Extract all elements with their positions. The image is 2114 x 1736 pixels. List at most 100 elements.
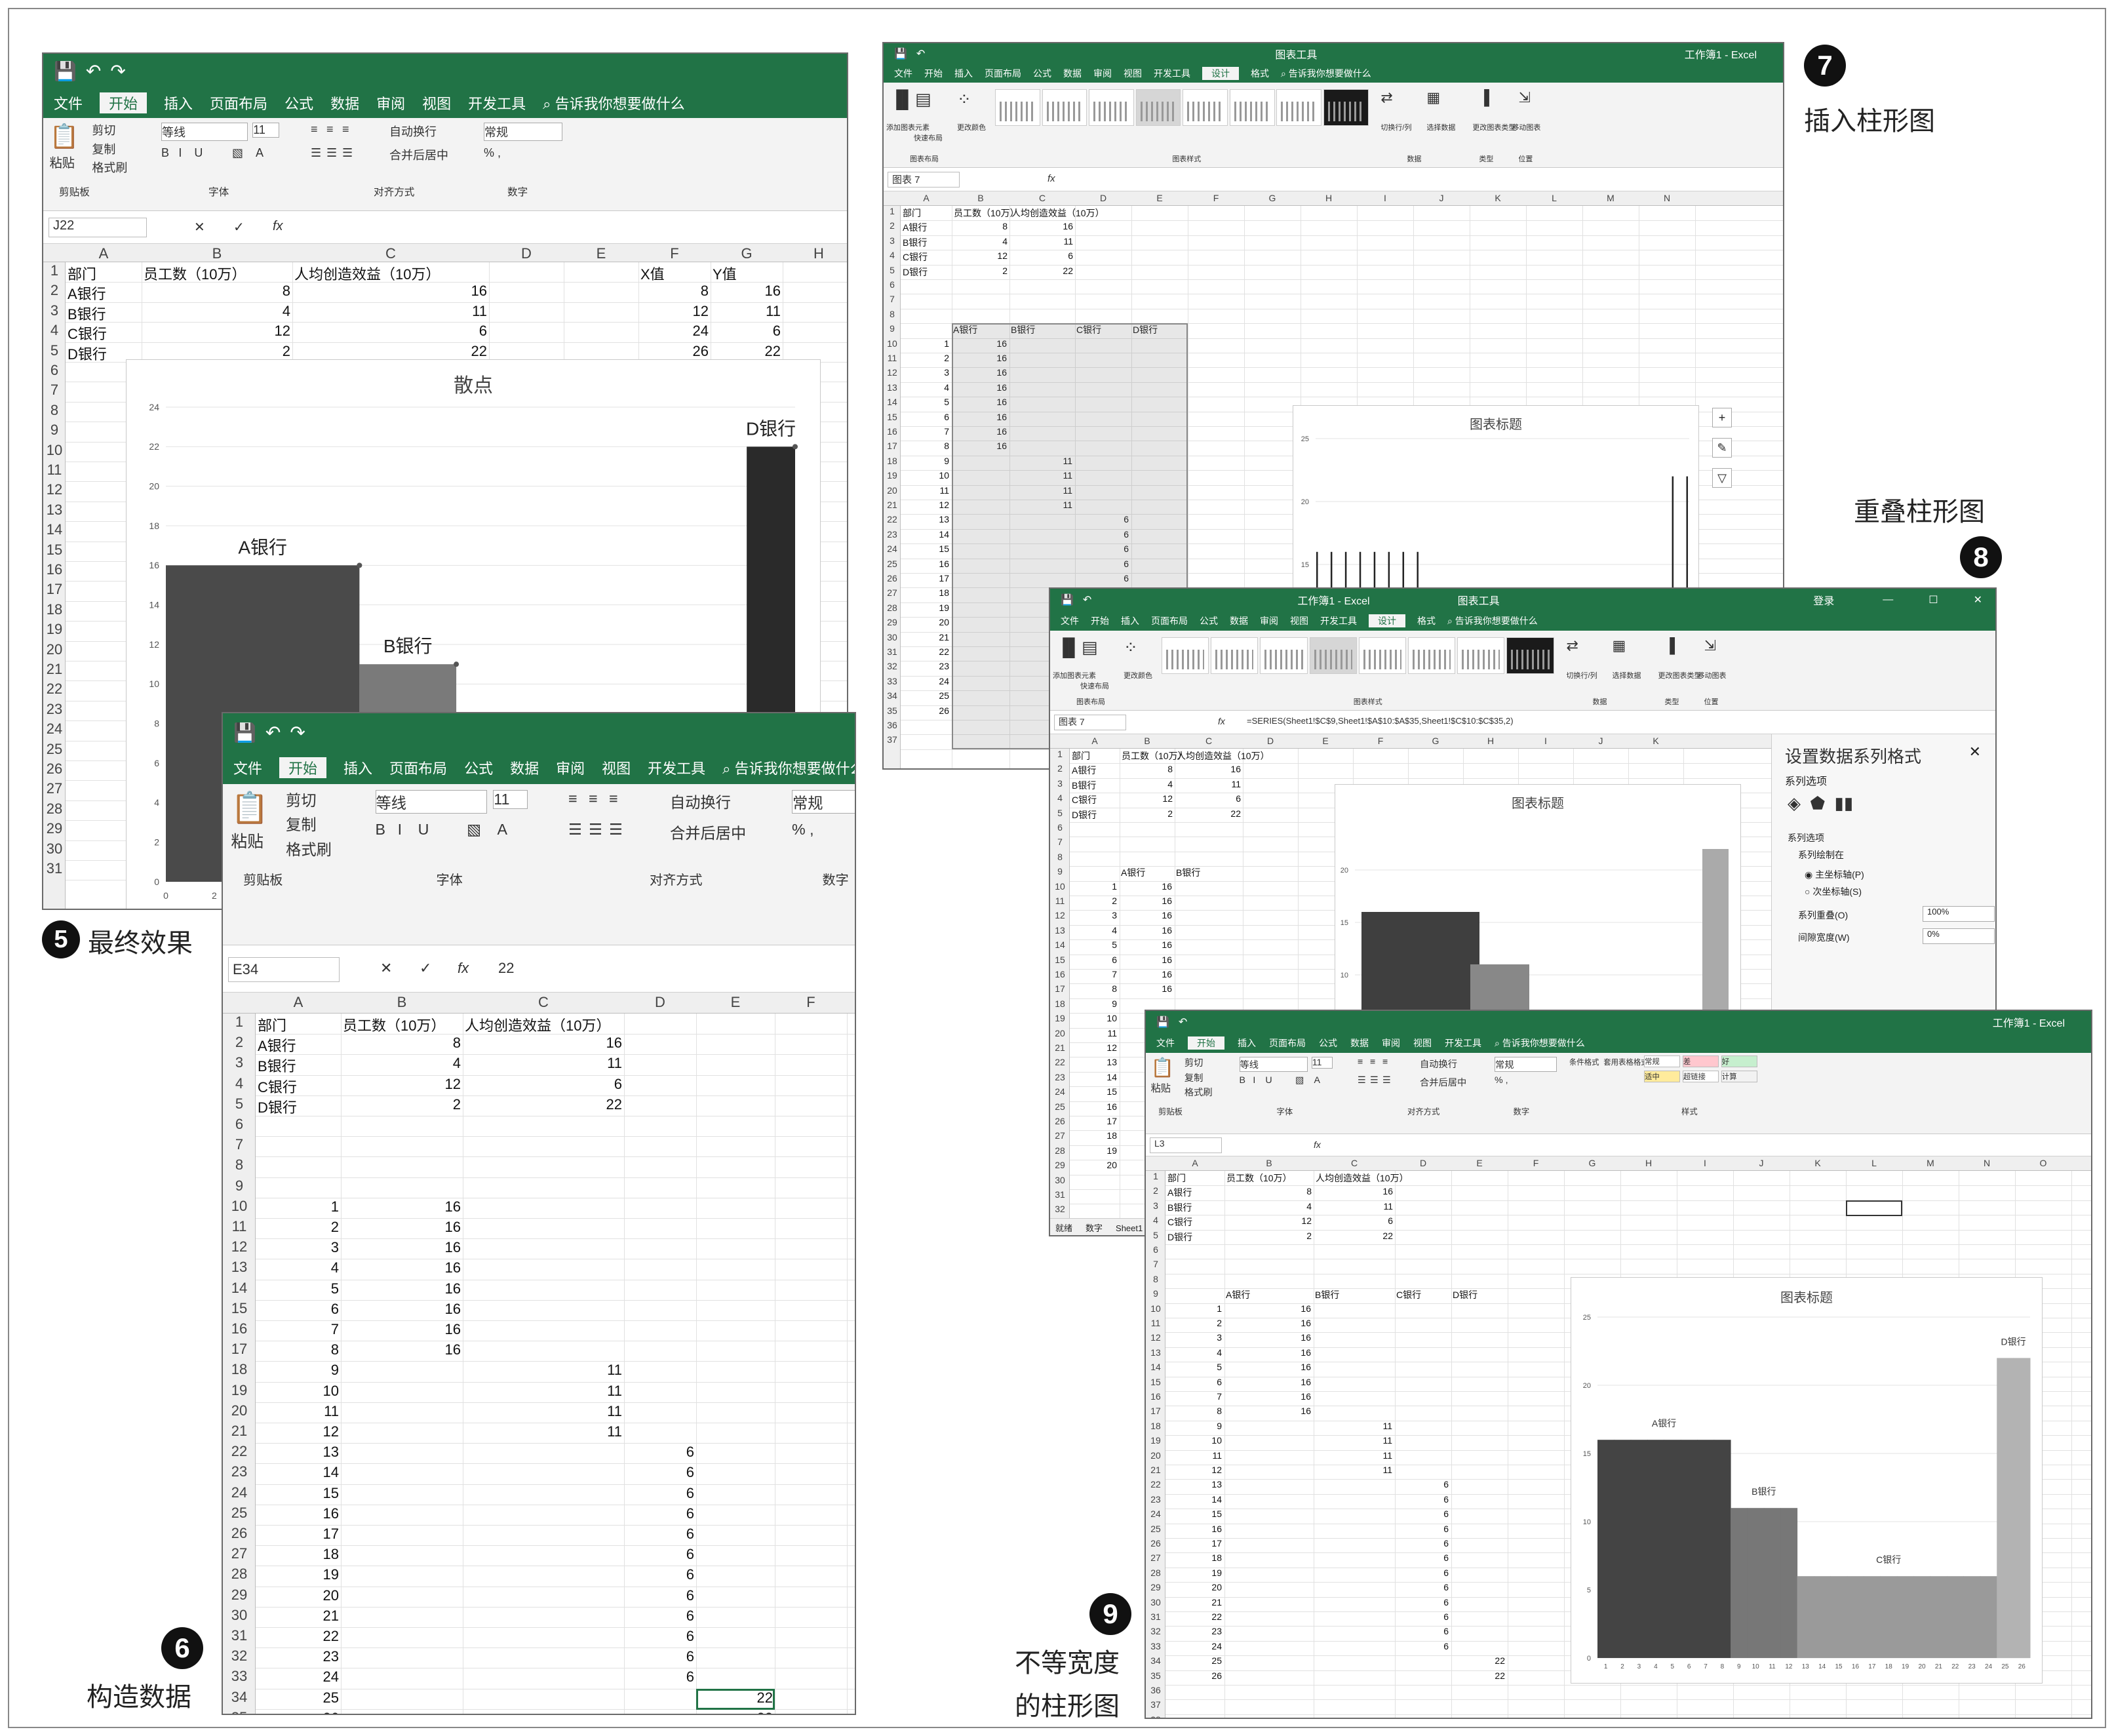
row-header[interactable]: 20 bbox=[223, 1402, 256, 1419]
column-header[interactable]: H bbox=[783, 245, 847, 262]
row-header[interactable]: 21 bbox=[223, 1423, 256, 1440]
align-left-icon[interactable]: ☰ bbox=[311, 146, 321, 160]
chart-style-thumb[interactable] bbox=[1276, 89, 1322, 126]
menu-tab[interactable]: 视图 bbox=[422, 92, 451, 113]
row-header[interactable]: 27 bbox=[884, 587, 901, 598]
chart-style-thumb[interactable] bbox=[1042, 89, 1087, 126]
row-header[interactable]: 17 bbox=[223, 1341, 256, 1358]
menu-tab[interactable]: 审阅 bbox=[556, 757, 585, 778]
row-header[interactable]: 30 bbox=[43, 840, 66, 858]
select-data-icon[interactable]: ▦ bbox=[1613, 637, 1626, 654]
row-header[interactable]: 14 bbox=[1050, 939, 1070, 950]
column-header[interactable]: B bbox=[1120, 736, 1175, 746]
gap-input[interactable]: 0% bbox=[1923, 928, 1995, 944]
copy-button[interactable]: 复制 bbox=[286, 812, 317, 835]
cell-style-1[interactable]: 差 bbox=[1682, 1055, 1719, 1067]
percent-icon[interactable]: % , bbox=[1495, 1075, 1508, 1086]
menu-tab[interactable]: 公式 bbox=[1200, 614, 1218, 627]
row-header[interactable]: 26 bbox=[1146, 1538, 1165, 1549]
primary-axis-radio[interactable]: ◉ bbox=[1805, 869, 1812, 880]
underline-button[interactable]: U bbox=[194, 146, 203, 160]
row-header[interactable]: 21 bbox=[1146, 1465, 1165, 1475]
row-header[interactable]: 31 bbox=[884, 646, 901, 657]
column-header[interactable]: F bbox=[1353, 736, 1408, 746]
menu-tab[interactable]: 开发工具 bbox=[1154, 67, 1190, 80]
row-header[interactable]: 4 bbox=[223, 1075, 256, 1092]
row-header[interactable]: 1 bbox=[1050, 749, 1070, 759]
row-header[interactable]: 28 bbox=[1050, 1145, 1070, 1156]
enter-icon[interactable]: ✓ bbox=[233, 219, 245, 235]
row-header[interactable]: 28 bbox=[1146, 1568, 1165, 1578]
font-select[interactable]: 等线 bbox=[375, 790, 487, 814]
menu-tab[interactable]: 视图 bbox=[1124, 67, 1142, 80]
column-header[interactable]: E bbox=[1131, 193, 1188, 203]
font-size-select[interactable]: 11 bbox=[1311, 1056, 1333, 1069]
cut-button[interactable]: 剪切 bbox=[1184, 1055, 1204, 1069]
row-header[interactable]: 7 bbox=[43, 382, 66, 399]
row-header[interactable]: 20 bbox=[1050, 1028, 1070, 1038]
column-header[interactable]: J bbox=[1413, 193, 1470, 203]
cancel-icon[interactable]: ✕ bbox=[380, 960, 392, 977]
row-header[interactable]: 23 bbox=[1050, 1072, 1070, 1082]
switch-row-col-icon[interactable]: ⇄ bbox=[1380, 89, 1392, 106]
row-header[interactable]: 8 bbox=[223, 1156, 256, 1174]
row-header[interactable]: 14 bbox=[1146, 1362, 1165, 1372]
copy-button[interactable]: 复制 bbox=[1184, 1071, 1204, 1084]
row-header[interactable]: 24 bbox=[1050, 1086, 1070, 1097]
row-header[interactable]: 37 bbox=[1146, 1699, 1165, 1710]
row-header[interactable]: 4 bbox=[884, 250, 901, 260]
row-header[interactable]: 5 bbox=[43, 342, 66, 359]
change-colors-icon[interactable]: ⁘ bbox=[1124, 637, 1138, 658]
row-header[interactable]: 17 bbox=[43, 581, 66, 598]
cell-style-2[interactable]: 好 bbox=[1721, 1055, 1757, 1067]
fill-color-icon[interactable]: ▧ bbox=[232, 146, 243, 160]
row-header[interactable]: 11 bbox=[884, 353, 901, 363]
column-header[interactable]: C bbox=[463, 994, 624, 1011]
column-header[interactable]: B bbox=[142, 245, 292, 262]
column-header[interactable]: D bbox=[624, 994, 696, 1011]
row-header[interactable]: 5 bbox=[884, 265, 901, 275]
change-type-icon[interactable]: ▐ bbox=[1479, 89, 1489, 106]
menu-tab[interactable]: 文件 bbox=[233, 757, 262, 778]
menu-tab[interactable]: 开发工具 bbox=[648, 757, 705, 778]
underline-button[interactable]: U bbox=[1265, 1075, 1272, 1086]
column-header[interactable]: A bbox=[901, 193, 952, 203]
paste-icon[interactable]: 📋 bbox=[1151, 1057, 1175, 1079]
chart-styles-icon[interactable]: ✎ bbox=[1712, 438, 1732, 458]
row-header[interactable]: 29 bbox=[884, 617, 901, 627]
row-header[interactable]: 9 bbox=[884, 323, 901, 334]
percent-icon[interactable]: % , bbox=[484, 146, 501, 160]
align-right-icon[interactable]: ☰ bbox=[609, 821, 623, 838]
row-header[interactable]: 16 bbox=[1050, 969, 1070, 979]
menu-tab[interactable]: 文件 bbox=[54, 92, 83, 113]
format-painter-button[interactable]: 格式刷 bbox=[1184, 1085, 1213, 1099]
menu-tab[interactable]: 插入 bbox=[954, 67, 973, 80]
menu-tab[interactable]: 公式 bbox=[1033, 67, 1051, 80]
move-chart-button[interactable]: 移动图表 bbox=[1512, 122, 1540, 132]
row-header[interactable]: 38 bbox=[1146, 1714, 1165, 1718]
select-data-icon[interactable]: ▦ bbox=[1426, 89, 1440, 106]
row-header[interactable]: 16 bbox=[223, 1320, 256, 1337]
row-header[interactable]: 8 bbox=[1050, 852, 1070, 862]
selected-cell[interactable] bbox=[1846, 1200, 1902, 1216]
row-header[interactable]: 23 bbox=[43, 701, 66, 718]
column-header[interactable]: K bbox=[1790, 1158, 1846, 1168]
row-header[interactable]: 2 bbox=[1146, 1185, 1165, 1196]
row-header[interactable]: 25 bbox=[1050, 1101, 1070, 1112]
redo-icon[interactable]: ↷ bbox=[110, 60, 125, 82]
row-header[interactable]: 32 bbox=[1146, 1626, 1165, 1636]
menu-tab[interactable]: 页面布局 bbox=[210, 92, 267, 113]
row-header[interactable]: 28 bbox=[884, 602, 901, 613]
row-header[interactable]: 8 bbox=[1146, 1274, 1165, 1284]
align-top-icon[interactable]: ≡ bbox=[568, 790, 577, 808]
menu-tab[interactable]: 公式 bbox=[284, 92, 313, 113]
menu-tab[interactable]: 公式 bbox=[1319, 1036, 1337, 1050]
column-header[interactable]: I bbox=[1677, 1158, 1733, 1168]
maximize-icon[interactable]: ☐ bbox=[1928, 593, 1938, 606]
row-header[interactable]: 1 bbox=[223, 1014, 256, 1031]
row-header[interactable]: 32 bbox=[1050, 1204, 1070, 1214]
menu-tab[interactable]: 开发工具 bbox=[468, 92, 526, 113]
row-header[interactable]: 6 bbox=[1050, 822, 1070, 833]
chart-style-thumb[interactable] bbox=[1457, 637, 1505, 674]
align-left-icon[interactable]: ☰ bbox=[1358, 1075, 1366, 1086]
